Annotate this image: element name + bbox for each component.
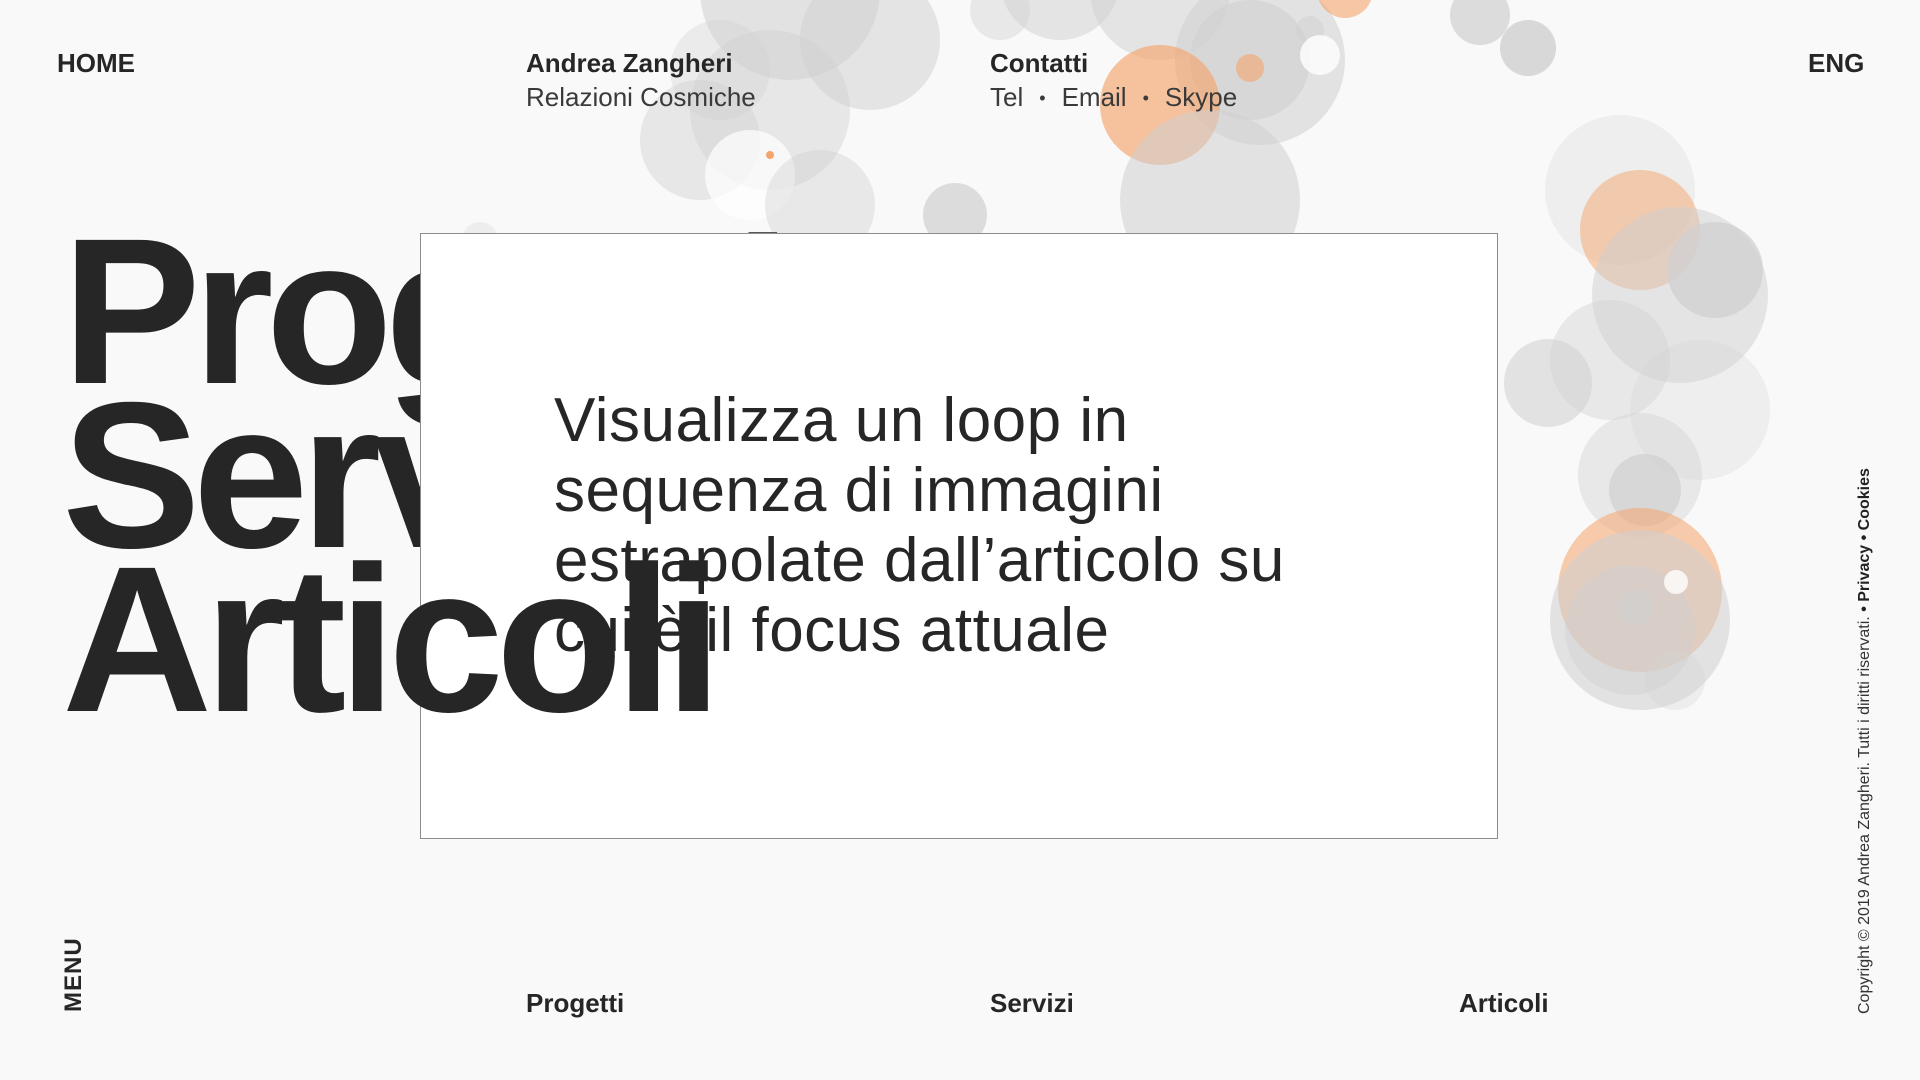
bubble-shape: [1450, 0, 1510, 45]
legal-footer: Copyright © 2019 Andrea Zangheri. Tutti …: [1856, 468, 1874, 1014]
bubble-shape: [1617, 589, 1653, 625]
home-link[interactable]: HOME: [57, 46, 135, 80]
hero-articoli-link[interactable]: Articoli: [62, 536, 723, 744]
contacts-block: Contatti Tel • Email • Skype: [990, 46, 1237, 115]
bubble-shape: [766, 151, 774, 159]
bubble-shape: [1667, 222, 1763, 318]
cookies-link[interactable]: • Cookies: [1856, 468, 1873, 540]
site-subtitle: Relazioni Cosmiche: [526, 82, 756, 112]
footer-progetti-link[interactable]: Progetti: [526, 988, 624, 1019]
bubble-shape: [1664, 570, 1688, 594]
bubble-shape: [1300, 35, 1340, 75]
bubble-shape: [1645, 650, 1705, 710]
footer-articoli-link[interactable]: Articoli: [1459, 988, 1549, 1019]
bubble-shape: [1500, 20, 1556, 76]
site-identity: Andrea Zangheri Relazioni Cosmiche: [526, 46, 756, 114]
copyright-text: Copyright © 2019 Andrea Zangheri. Tutti …: [1856, 616, 1873, 1014]
contact-skype-link[interactable]: Skype: [1165, 82, 1237, 112]
contacts-title: Contatti: [990, 48, 1089, 78]
privacy-link[interactable]: • Privacy: [1856, 545, 1873, 612]
contact-email-link[interactable]: Email: [1062, 82, 1127, 112]
menu-toggle[interactable]: MENU: [60, 937, 88, 1012]
contact-tel-link[interactable]: Tel: [990, 82, 1023, 112]
bubble-shape: [1504, 339, 1592, 427]
contact-separator: •: [1039, 88, 1046, 108]
bubble-shape: [970, 0, 1030, 40]
bubble-shape: [1236, 54, 1264, 82]
contacts-links: Tel • Email • Skype: [990, 80, 1237, 115]
contact-separator: •: [1142, 88, 1149, 108]
site-name[interactable]: Andrea Zangheri: [526, 46, 756, 80]
footer-servizi-link[interactable]: Servizi: [990, 988, 1074, 1019]
language-toggle[interactable]: ENG: [1808, 46, 1864, 80]
